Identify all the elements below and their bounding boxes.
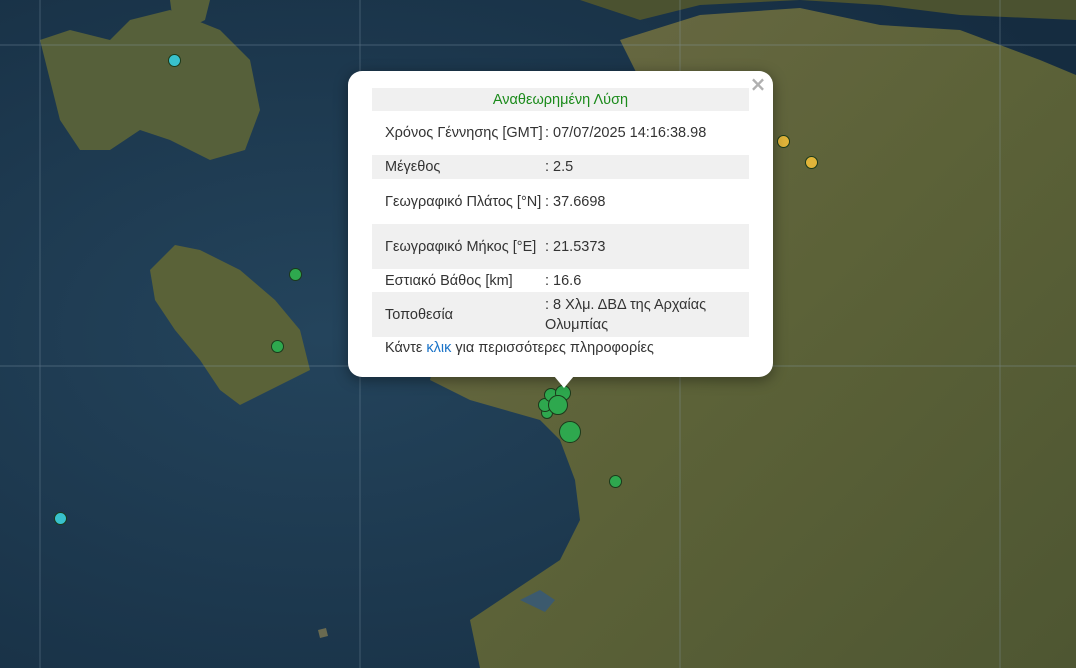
- more-info-suffix: για περισσότερες πληροφορίες: [455, 340, 654, 356]
- info-row-latitude: Γεωγραφικό Πλάτος [°N] : 37.6698: [372, 179, 749, 224]
- popup-pointer: [554, 376, 574, 388]
- earthquake-marker-green[interactable]: [559, 421, 581, 443]
- earthquake-marker-green[interactable]: [271, 340, 284, 353]
- earthquake-marker-yellow[interactable]: [805, 156, 818, 169]
- info-value-location: : 8 Χλμ. ΔΒΔ της Αρχαίας Ολυμπίας: [545, 292, 749, 337]
- popup-title-row: Αναθεωρημένη Λύση: [372, 88, 749, 111]
- more-info-line: Κάντε κλικ για περισσότερες πληροφορίες: [385, 340, 654, 356]
- info-label-magnitude: Μέγεθος: [372, 155, 545, 179]
- info-row-location: Τοποθεσία : 8 Χλμ. ΔΒΔ της Αρχαίας Ολυμπ…: [372, 292, 749, 337]
- info-label-latitude: Γεωγραφικό Πλάτος [°N]: [385, 193, 542, 210]
- earthquake-marker-yellow[interactable]: [777, 135, 790, 148]
- info-row-time: Χρόνος Γέννησης [GMT] : 07/07/2025 14:16…: [372, 111, 749, 155]
- more-info-prefix: Κάντε: [385, 340, 423, 356]
- satellite-map[interactable]: × Αναθεωρημένη Λύση Χρόνος Γέννησης [GMT…: [0, 0, 1076, 668]
- info-value-magnitude: : 2.5: [545, 155, 749, 179]
- info-value-time: : 07/07/2025 14:16:38.98: [545, 125, 707, 141]
- info-label-time: Χρόνος Γέννησης [GMT]: [385, 125, 543, 141]
- info-label-location: Τοποθεσία: [372, 292, 545, 337]
- info-row-depth: Εστιακό Βάθος [km] : 16.6: [372, 269, 749, 292]
- info-label-longitude: Γεωγραφικό Μήκος [°E]: [372, 224, 545, 269]
- earthquake-marker-green[interactable]: [548, 395, 568, 415]
- popup-title: Αναθεωρημένη Λύση: [372, 88, 749, 111]
- earthquake-marker-cyan[interactable]: [168, 54, 181, 67]
- info-value-depth: : 16.6: [545, 272, 582, 289]
- more-info-link[interactable]: κλικ: [426, 340, 451, 356]
- earthquake-marker-green[interactable]: [289, 268, 302, 281]
- earthquake-info-table: Αναθεωρημένη Λύση Χρόνος Γέννησης [GMT] …: [372, 88, 749, 337]
- earthquake-marker-green[interactable]: [609, 475, 622, 488]
- earthquake-info-popup: × Αναθεωρημένη Λύση Χρόνος Γέννησης [GMT…: [348, 71, 773, 377]
- close-icon[interactable]: ×: [749, 74, 767, 94]
- info-row-longitude: Γεωγραφικό Μήκος [°E] : 21.5373: [372, 224, 749, 269]
- earthquake-marker-cyan[interactable]: [54, 512, 67, 525]
- info-value-longitude: : 21.5373: [545, 224, 749, 269]
- info-value-latitude: : 37.6698: [545, 193, 606, 210]
- info-label-depth: Εστιακό Βάθος [km]: [385, 272, 513, 289]
- info-row-magnitude: Μέγεθος : 2.5: [372, 155, 749, 179]
